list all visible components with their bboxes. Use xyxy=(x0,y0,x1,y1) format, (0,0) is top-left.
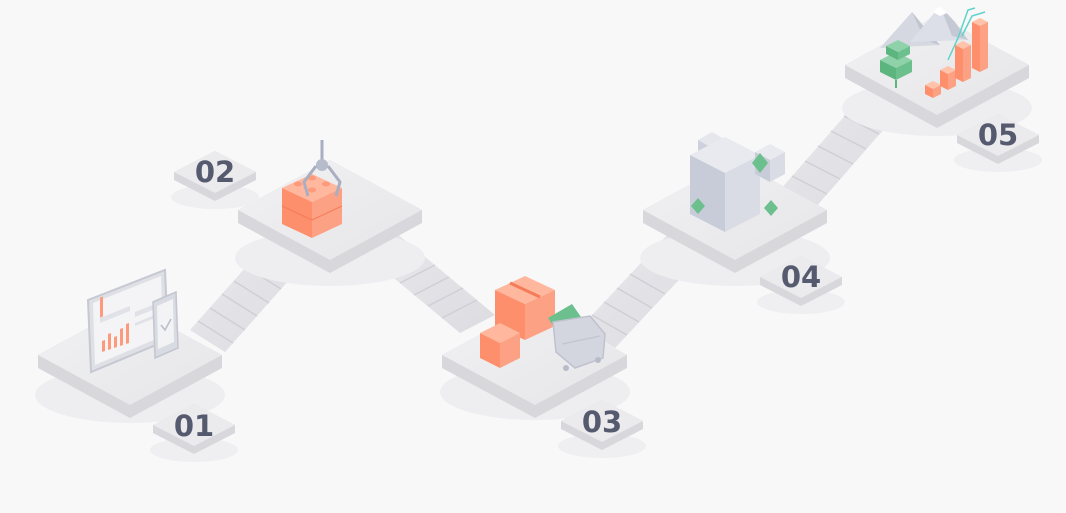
step-05-number: 05 xyxy=(978,118,1018,152)
crane-claw-blocks-icon xyxy=(281,140,343,238)
step-02-number: 02 xyxy=(195,155,235,189)
step-03-number: 03 xyxy=(582,405,622,439)
step-01-number: 01 xyxy=(174,409,214,443)
step-02-label-plate: 02 xyxy=(171,151,259,209)
step-04-number: 04 xyxy=(781,260,821,294)
process-diagram: 01 02 03 04 05 xyxy=(35,6,1042,462)
